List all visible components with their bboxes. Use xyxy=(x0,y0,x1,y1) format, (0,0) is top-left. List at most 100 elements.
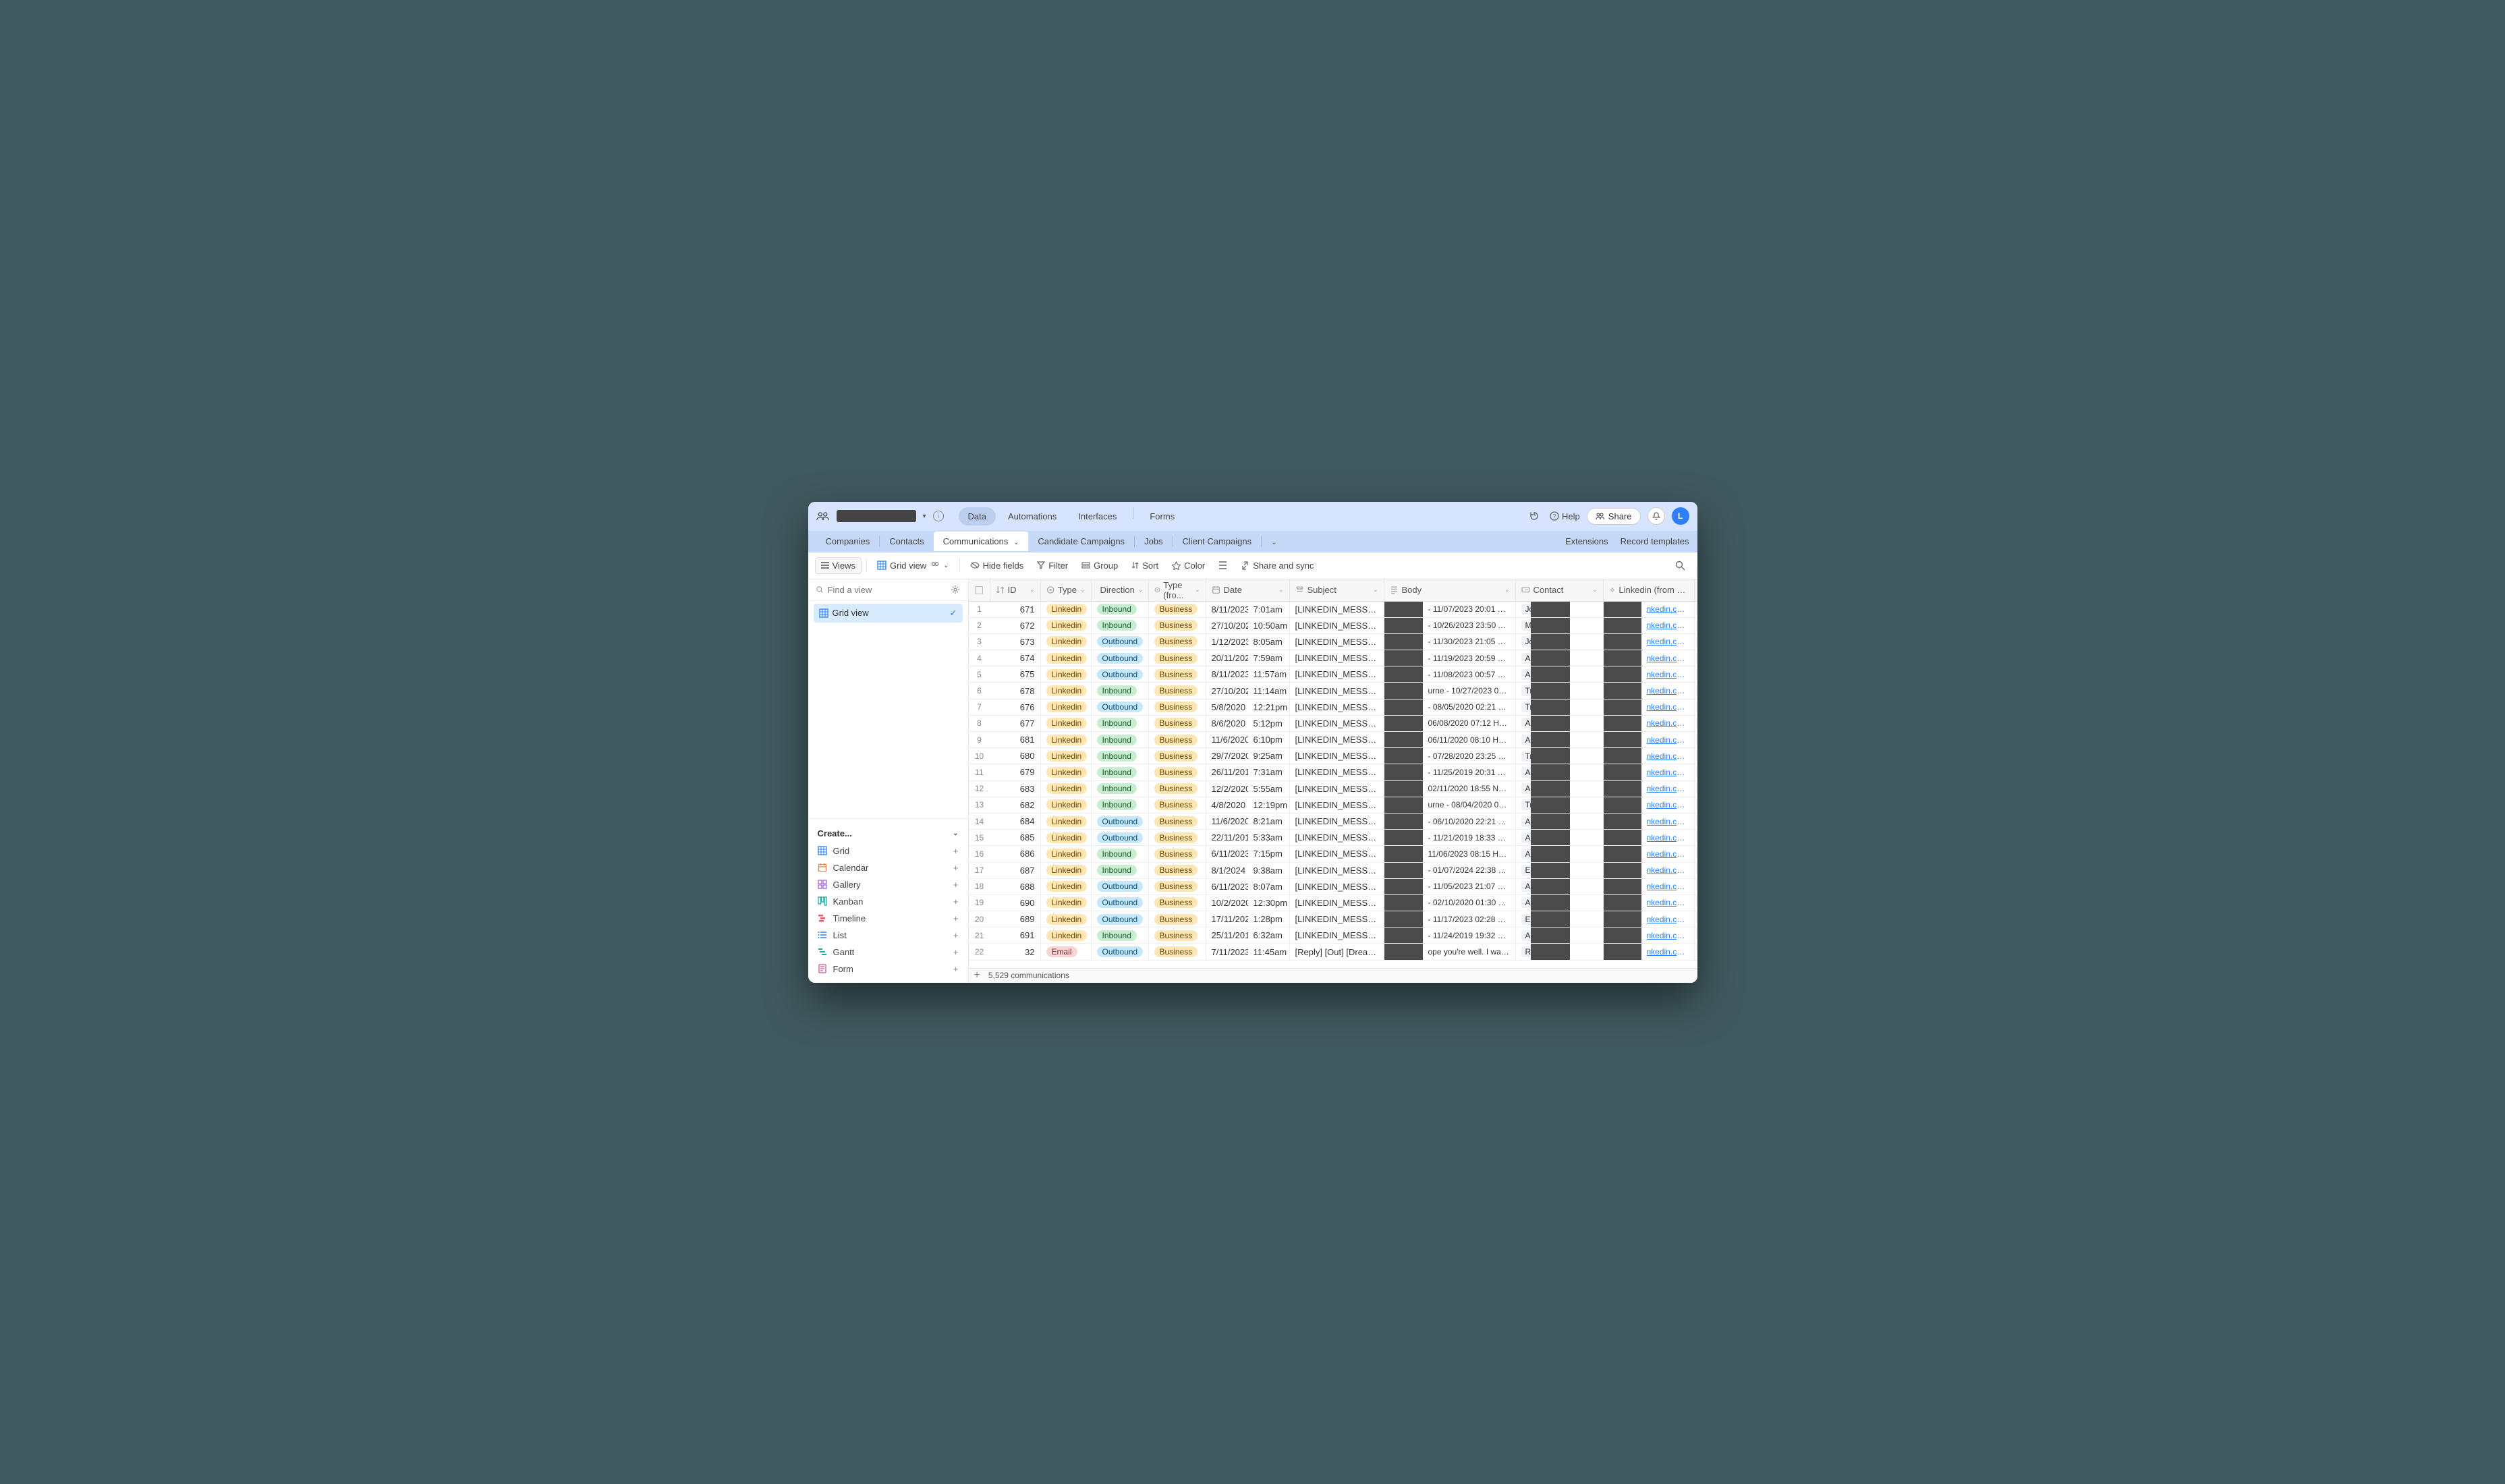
col-header-type-from[interactable]: Type (fro...⌄ xyxy=(1149,579,1206,601)
hide-fields-button[interactable]: Hide fields xyxy=(965,558,1030,573)
gear-icon[interactable] xyxy=(951,585,960,594)
add-row-button[interactable]: + xyxy=(974,969,980,981)
help-button[interactable]: ? Help xyxy=(1550,511,1580,521)
plus-icon: + xyxy=(953,913,959,923)
row-height-button[interactable] xyxy=(1213,559,1233,572)
filter-button[interactable]: Filter xyxy=(1032,558,1073,573)
redacted xyxy=(1384,879,1423,894)
col-header-contact[interactable]: Contact⌄ xyxy=(1516,579,1604,601)
table-tab-companies[interactable]: Companies xyxy=(816,532,880,551)
create-calendar[interactable]: Calendar+ xyxy=(808,859,968,876)
table-tab-contacts[interactable]: Contacts xyxy=(880,532,933,551)
table-tab-jobs[interactable]: Jobs xyxy=(1135,532,1172,551)
table-tab-client-campaigns[interactable]: Client Campaigns xyxy=(1173,532,1262,551)
avatar[interactable]: L xyxy=(1672,507,1689,525)
table-tab-communications[interactable]: Communications ⌄ xyxy=(934,532,1029,551)
grid-body[interactable]: 1671LinkedinInboundBusiness8/11/20237:01… xyxy=(969,602,1697,968)
base-name-redacted[interactable] xyxy=(837,510,916,522)
create-kanban[interactable]: Kanban+ xyxy=(808,893,968,910)
create-grid[interactable]: Grid+ xyxy=(808,843,968,859)
col-header-body[interactable]: Body⌄ xyxy=(1384,579,1516,601)
redacted xyxy=(1531,928,1570,943)
col-header-type[interactable]: Type⌄ xyxy=(1041,579,1092,601)
table-tab-candidate-campaigns[interactable]: Candidate Campaigns xyxy=(1028,532,1134,551)
chevron-down-icon[interactable]: ⌄ xyxy=(1013,539,1019,546)
find-view-input[interactable] xyxy=(828,585,947,595)
extensions-button[interactable]: Extensions xyxy=(1565,536,1608,546)
table-row[interactable]: 16686LinkedinInboundBusiness6/11/20237:1… xyxy=(969,846,1697,862)
share-sync-button[interactable]: Share and sync xyxy=(1235,558,1319,573)
color-button[interactable]: Color xyxy=(1166,558,1210,573)
plus-icon: + xyxy=(953,964,959,974)
tab-data[interactable]: Data xyxy=(959,507,996,525)
sort-button[interactable]: Sort xyxy=(1126,558,1164,573)
group-button[interactable]: Group xyxy=(1076,558,1123,573)
table-row[interactable]: 2232EmailOutboundBusiness7/11/202311:45a… xyxy=(969,944,1697,960)
create-timeline[interactable]: Timeline+ xyxy=(808,910,968,927)
create-form[interactable]: Form+ xyxy=(808,961,968,977)
col-header-id[interactable]: ID⌄ xyxy=(990,579,1041,601)
gallery-icon xyxy=(818,880,828,890)
table-row[interactable]: 14684LinkedinOutboundBusiness11/6/20208:… xyxy=(969,814,1697,830)
redacted xyxy=(1531,618,1570,633)
record-templates-button[interactable]: Record templates xyxy=(1621,536,1689,546)
create-list[interactable]: List+ xyxy=(808,927,968,944)
chevron-down-icon[interactable]: ▾ xyxy=(923,513,926,520)
table-row[interactable]: 9681LinkedinInboundBusiness11/6/20206:10… xyxy=(969,732,1697,748)
col-header-direction[interactable]: Direction⌄ xyxy=(1092,579,1149,601)
col-header-date[interactable]: Date⌄ xyxy=(1206,579,1290,601)
create-gallery[interactable]: Gallery+ xyxy=(808,876,968,893)
tab-interfaces[interactable]: Interfaces xyxy=(1069,507,1126,525)
search-button[interactable] xyxy=(1670,558,1691,573)
grid-view-button[interactable]: Grid view ⌄ xyxy=(872,558,955,573)
grid-header: ID⌄ Type⌄ Direction⌄ Type (fro...⌄ Date⌄ xyxy=(969,579,1697,602)
table-row[interactable]: 18688LinkedinOutboundBusiness6/11/20238:… xyxy=(969,879,1697,895)
col-header-subject[interactable]: Subject⌄ xyxy=(1290,579,1384,601)
table-row[interactable]: 17687LinkedinInboundBusiness8/1/20249:38… xyxy=(969,863,1697,879)
create-gantt[interactable]: Gantt+ xyxy=(808,944,968,961)
chevron-down-icon: ⌄ xyxy=(953,830,958,837)
table-row[interactable]: 4674LinkedinOutboundBusiness20/11/20237:… xyxy=(969,650,1697,666)
redacted xyxy=(1531,634,1570,650)
plus-icon: + xyxy=(953,896,959,907)
tab-automations[interactable]: Automations xyxy=(998,507,1066,525)
table-row[interactable]: 2672LinkedinInboundBusiness27/10/202310:… xyxy=(969,618,1697,634)
select-all-checkbox[interactable] xyxy=(969,579,990,601)
table-row[interactable]: 6678LinkedinInboundBusiness27/10/202311:… xyxy=(969,683,1697,699)
info-icon[interactable]: i xyxy=(933,511,944,521)
table-row[interactable]: 11679LinkedinInboundBusiness26/11/20197:… xyxy=(969,764,1697,780)
create-header[interactable]: Create... ⌄ xyxy=(808,824,968,843)
table-row[interactable]: 20689LinkedinOutboundBusiness17/11/20231… xyxy=(969,911,1697,928)
table-row[interactable]: 3673LinkedinOutboundBusiness1/12/20238:0… xyxy=(969,634,1697,650)
views-button[interactable]: Views xyxy=(815,557,862,574)
redacted xyxy=(1531,683,1570,698)
redacted xyxy=(1384,863,1423,878)
table-row[interactable]: 10680LinkedinInboundBusiness29/7/20209:2… xyxy=(969,748,1697,764)
notifications-icon[interactable] xyxy=(1648,507,1665,525)
redacted xyxy=(1604,683,1641,698)
add-table-button[interactable]: ⌄ xyxy=(1262,532,1283,551)
redacted xyxy=(1531,944,1570,959)
table-row[interactable]: 21691LinkedinInboundBusiness25/11/20196:… xyxy=(969,928,1697,944)
table-row[interactable]: 19690LinkedinOutboundBusiness10/2/202012… xyxy=(969,895,1697,911)
view-item-grid[interactable]: Grid view ✓ xyxy=(814,604,963,623)
table-row[interactable]: 7676LinkedinOutboundBusiness5/8/202012:2… xyxy=(969,700,1697,716)
data-grid: ID⌄ Type⌄ Direction⌄ Type (fro...⌄ Date⌄ xyxy=(969,579,1697,983)
plus-icon: + xyxy=(953,930,959,940)
col-header-linkedin[interactable]: Linkedin (from Contact) xyxy=(1604,579,1695,601)
find-view-row xyxy=(808,579,968,601)
table-row[interactable]: 12683LinkedinInboundBusiness12/2/20205:5… xyxy=(969,781,1697,797)
redacted xyxy=(1531,602,1570,617)
table-row[interactable]: 15685LinkedinOutboundBusiness22/11/20195… xyxy=(969,830,1697,846)
redacted xyxy=(1384,666,1423,682)
main-area: Grid view ✓ Create... ⌄ Grid+Calendar+Ga… xyxy=(808,579,1697,983)
table-row[interactable]: 13682LinkedinInboundBusiness4/8/202012:1… xyxy=(969,797,1697,814)
table-row[interactable]: 8677LinkedinInboundBusiness8/6/20205:12p… xyxy=(969,716,1697,732)
plus-icon: + xyxy=(953,880,959,890)
share-button[interactable]: Share xyxy=(1587,508,1641,525)
tab-forms[interactable]: Forms xyxy=(1140,507,1184,525)
timeline-icon xyxy=(818,913,828,923)
history-icon[interactable] xyxy=(1525,507,1543,525)
table-row[interactable]: 1671LinkedinInboundBusiness8/11/20237:01… xyxy=(969,602,1697,618)
table-row[interactable]: 5675LinkedinOutboundBusiness8/11/202311:… xyxy=(969,666,1697,683)
